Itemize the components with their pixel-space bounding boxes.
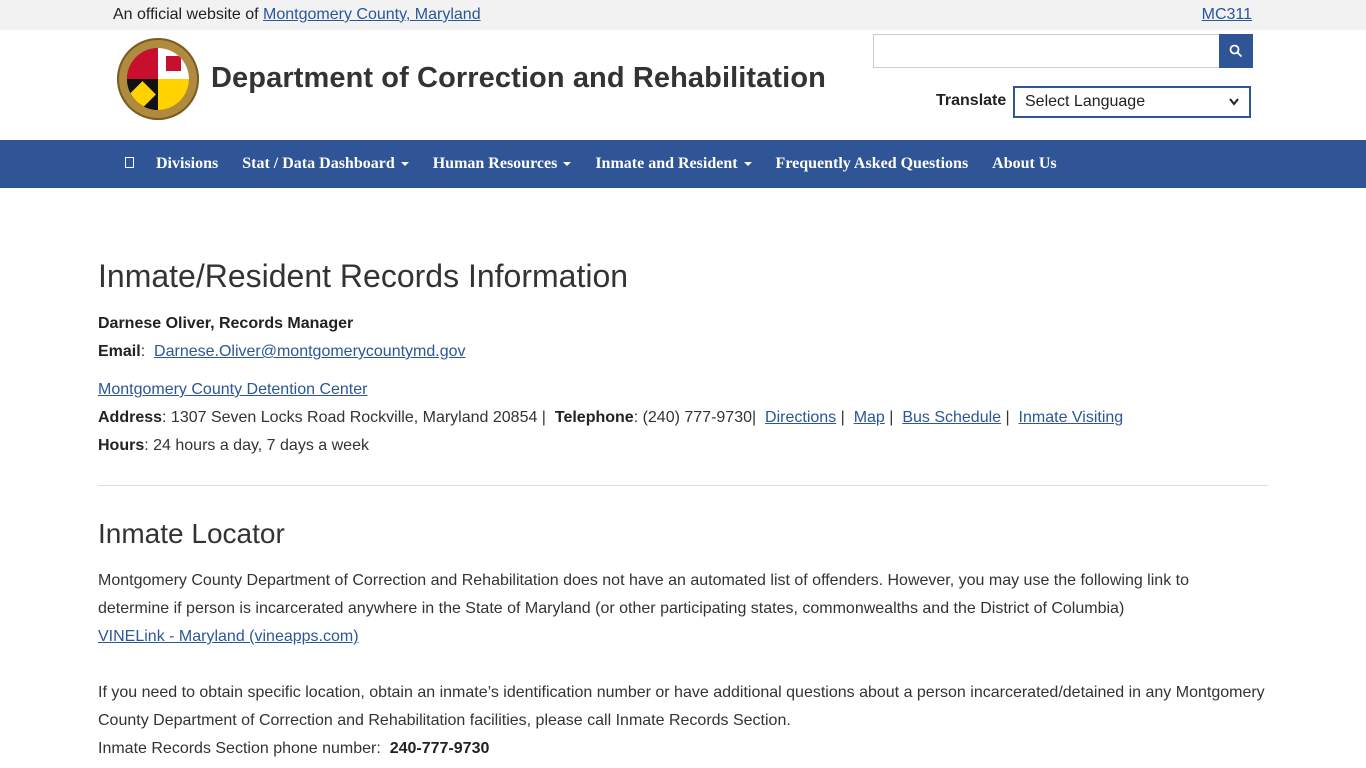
hours-line: Hours: 24 hours a day, 7 days a week	[98, 437, 369, 454]
nav-stat-label: Stat / Data Dashboard	[242, 155, 395, 172]
records-phone-number: 240-777-9730	[389, 740, 490, 757]
records-manager-name: Darnese Oliver, Records Manager	[98, 315, 354, 332]
locator-para2-line1: If you need to obtain specific location,…	[98, 684, 1265, 701]
chevron-down-icon	[1229, 98, 1239, 106]
locator-para1-line2: determine if person is incarcerated anyw…	[98, 600, 1125, 617]
address-label: Address	[98, 409, 163, 426]
county-seal-logo[interactable]	[117, 38, 199, 120]
page-title: Inmate/Resident Records Information	[98, 258, 629, 294]
site-header: Department of Correction and Rehabilitat…	[0, 30, 1366, 140]
address-line: Address: 1307 Seven Locks Road Rockville…	[98, 409, 1124, 426]
locator-para2-line2: County Department of Correction and Reha…	[98, 712, 791, 729]
records-phone-label: Inmate Records Section phone number:	[98, 740, 381, 757]
caret-down-icon	[743, 162, 752, 167]
locator-para1-line1: Montgomery County Department of Correcti…	[98, 572, 1189, 589]
nav-human-resources[interactable]: Human Resources	[433, 155, 572, 173]
nav-home[interactable]	[125, 156, 134, 172]
email-label: Email	[98, 343, 141, 360]
map-link[interactable]: Map	[854, 409, 885, 426]
vinelink-line: VINELink - Maryland (vineapps.com)	[98, 628, 359, 646]
nav-stat-data-dashboard[interactable]: Stat / Data Dashboard	[242, 155, 409, 173]
site-title[interactable]: Department of Correction and Rehabilitat…	[211, 62, 826, 95]
inmate-visiting-link[interactable]: Inmate Visiting	[1019, 409, 1124, 426]
language-select-value: Select Language	[1025, 93, 1146, 110]
facility-link[interactable]: Montgomery County Detention Center	[98, 381, 367, 398]
nav-inmate-and-resident[interactable]: Inmate and Resident	[595, 155, 752, 173]
section-divider	[98, 485, 1268, 486]
search-button[interactable]	[1219, 34, 1253, 68]
home-icon	[125, 156, 134, 168]
county-link[interactable]: Montgomery County, Maryland	[263, 6, 481, 23]
official-prefix: An official website of	[113, 6, 259, 23]
directions-link[interactable]: Directions	[765, 409, 836, 426]
email-line: Email: Darnese.Oliver@montgomerycountymd…	[98, 343, 466, 360]
mc311-link[interactable]: MC311	[1202, 6, 1252, 24]
hours-value: 24 hours a day, 7 days a week	[153, 437, 369, 454]
facility-line: Montgomery County Detention Center	[98, 381, 367, 399]
email-link[interactable]: Darnese.Oliver@montgomerycountymd.gov	[154, 343, 465, 360]
search-icon	[1229, 44, 1243, 58]
nav-divisions[interactable]: Divisions	[156, 155, 218, 173]
official-site-banner: An official website of Montgomery County…	[0, 0, 1366, 30]
vinelink-link[interactable]: VINELink - Maryland (vineapps.com)	[98, 628, 359, 645]
caret-down-icon	[400, 162, 409, 167]
official-site-text: An official website of Montgomery County…	[113, 6, 481, 24]
language-select[interactable]: Select Language	[1013, 86, 1251, 118]
inmate-locator-heading: Inmate Locator	[98, 518, 285, 549]
telephone-value: (240) 777-9730	[642, 409, 752, 426]
translate-label: Translate	[936, 92, 1007, 109]
records-phone-line: Inmate Records Section phone number: 240…	[98, 740, 489, 758]
bus-schedule-link[interactable]: Bus Schedule	[902, 409, 1001, 426]
main-navigation: Divisions Stat / Data Dashboard Human Re…	[0, 140, 1366, 188]
nav-inmate-label: Inmate and Resident	[595, 155, 738, 172]
records-manager: Darnese Oliver, Records Manager	[98, 315, 353, 333]
address-value: 1307 Seven Locks Road Rockville, Marylan…	[170, 409, 538, 426]
nav-faq[interactable]: Frequently Asked Questions	[776, 155, 969, 173]
nav-hr-label: Human Resources	[432, 155, 558, 172]
search-input[interactable]	[873, 34, 1219, 68]
nav-about-us[interactable]: About Us	[992, 155, 1056, 173]
caret-down-icon	[563, 162, 572, 167]
hours-label: Hours	[98, 437, 145, 454]
telephone-label: Telephone	[554, 409, 634, 426]
